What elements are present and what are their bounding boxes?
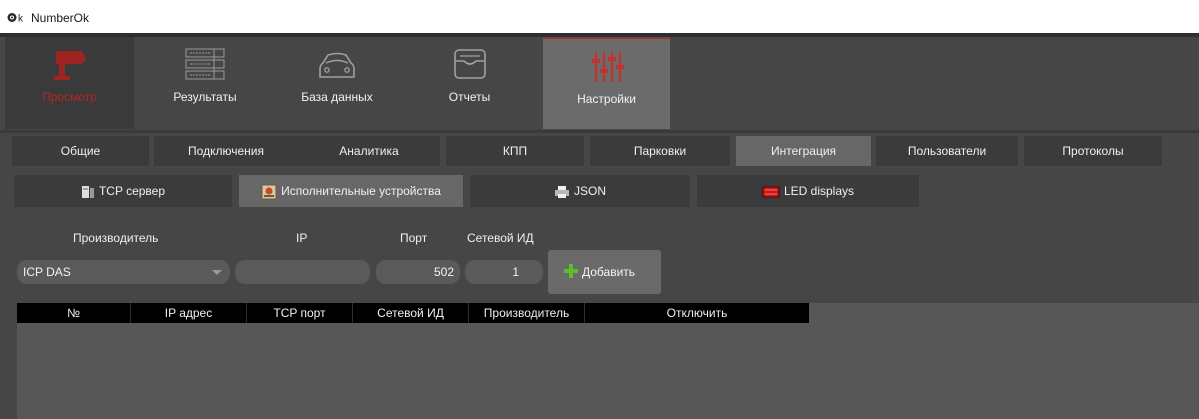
add-button-label: Добавить: [582, 265, 636, 279]
column-header-label: Сетевой ИД: [377, 306, 444, 320]
column-header-tcp-port[interactable]: TCP порт: [247, 303, 353, 323]
netid-input-value: 1: [512, 265, 519, 279]
results-button-label: Результаты: [173, 90, 237, 104]
camera-icon: [53, 51, 85, 80]
subtab-json[interactable]: JSON: [470, 175, 690, 207]
view-button[interactable]: Просмотр: [5, 37, 134, 129]
plate-list-icon: [185, 48, 225, 80]
subtab-tcp-server[interactable]: TCP сервер: [14, 175, 232, 207]
column-header-number[interactable]: №: [17, 303, 131, 323]
maker-select[interactable]: ICP DAS: [17, 260, 230, 284]
tab-general[interactable]: Общие: [12, 136, 149, 166]
tab-integration[interactable]: Интеграция: [736, 136, 871, 166]
column-header-disable[interactable]: Отключить: [585, 303, 809, 323]
subtab-label: Исполнительные устройства: [281, 184, 441, 198]
ip-input[interactable]: [235, 260, 370, 284]
tab-label: Протоколы: [1062, 144, 1124, 158]
netid-input[interactable]: 1: [465, 260, 543, 284]
add-button[interactable]: Добавить: [548, 250, 661, 294]
devices-table[interactable]: № IP адрес TCP порт Сетевой ИД Производи…: [17, 303, 1199, 419]
maker-label: Производитель: [73, 231, 159, 245]
app-window: Просмотр Результаты База данных Отчеты Н…: [0, 33, 1199, 419]
subtab-label: JSON: [573, 184, 606, 198]
window-title: NumberOk: [31, 11, 90, 25]
column-header-label: TCP порт: [273, 306, 326, 320]
subtab-label: LED displays: [783, 184, 855, 198]
plus-icon: [564, 264, 578, 278]
archive-box-icon: [453, 49, 486, 79]
tab-label: Парковки: [633, 144, 687, 158]
tab-label: Подключения: [188, 144, 264, 158]
server-icon: [81, 185, 94, 198]
svg-text:k: k: [18, 14, 24, 24]
tab-label: Интеграция: [770, 144, 837, 158]
title-bar: k NumberOk: [0, 0, 1199, 33]
tab-label: Аналитика: [339, 144, 399, 158]
tab-connections[interactable]: Подключения: [154, 136, 298, 166]
tab-label: Общие: [60, 144, 101, 158]
tab-analytics[interactable]: Аналитика: [298, 136, 440, 166]
reports-button-label: Отчеты: [448, 90, 491, 104]
column-header-label: №: [67, 306, 80, 320]
settings-button[interactable]: Настройки: [543, 37, 670, 129]
column-header-label: Отключить: [666, 306, 728, 320]
port-label: Порт: [400, 231, 428, 245]
results-button[interactable]: Результаты: [140, 37, 270, 129]
tab-protocols[interactable]: Протоколы: [1024, 136, 1162, 166]
column-header-label: Производитель: [483, 306, 570, 320]
subtab-actuators[interactable]: Исполнительные устройства: [239, 175, 463, 207]
printer-icon: [554, 185, 569, 198]
sliders-icon: [591, 52, 624, 82]
car-icon: [319, 52, 355, 78]
ip-label: IP: [296, 231, 308, 245]
settings-button-label: Настройки: [577, 92, 636, 106]
chevron-down-icon[interactable]: [212, 270, 222, 275]
table-header: № IP адрес TCP порт Сетевой ИД Производи…: [17, 303, 809, 323]
reports-button[interactable]: Отчеты: [403, 37, 536, 129]
netid-label: Сетевой ИД: [467, 231, 534, 245]
database-button-label: База данных: [301, 90, 373, 104]
tab-users[interactable]: Пользователи: [876, 136, 1018, 166]
tab-label: Пользователи: [907, 144, 987, 158]
led-display-icon: [762, 186, 780, 198]
column-header-maker[interactable]: Производитель: [469, 303, 585, 323]
subtab-led-displays[interactable]: LED displays: [697, 175, 919, 207]
column-header-label: IP адрес: [164, 306, 213, 320]
tab-label: КПП: [502, 144, 528, 158]
tab-checkpoints[interactable]: КПП: [446, 136, 584, 166]
device-icon: [261, 184, 277, 200]
maker-select-value: ICP DAS: [23, 265, 71, 279]
view-button-label: Просмотр: [42, 90, 97, 104]
tab-parkings[interactable]: Парковки: [590, 136, 730, 166]
database-button[interactable]: База данных: [272, 37, 402, 129]
port-input[interactable]: 502: [376, 260, 460, 284]
app-logo-icon: k: [7, 13, 24, 24]
subtab-label: TCP сервер: [98, 184, 166, 198]
column-header-netid[interactable]: Сетевой ИД: [353, 303, 469, 323]
column-header-ip[interactable]: IP адрес: [131, 303, 247, 323]
toolbar-divider: [0, 130, 1199, 133]
port-input-value: 502: [433, 265, 454, 279]
